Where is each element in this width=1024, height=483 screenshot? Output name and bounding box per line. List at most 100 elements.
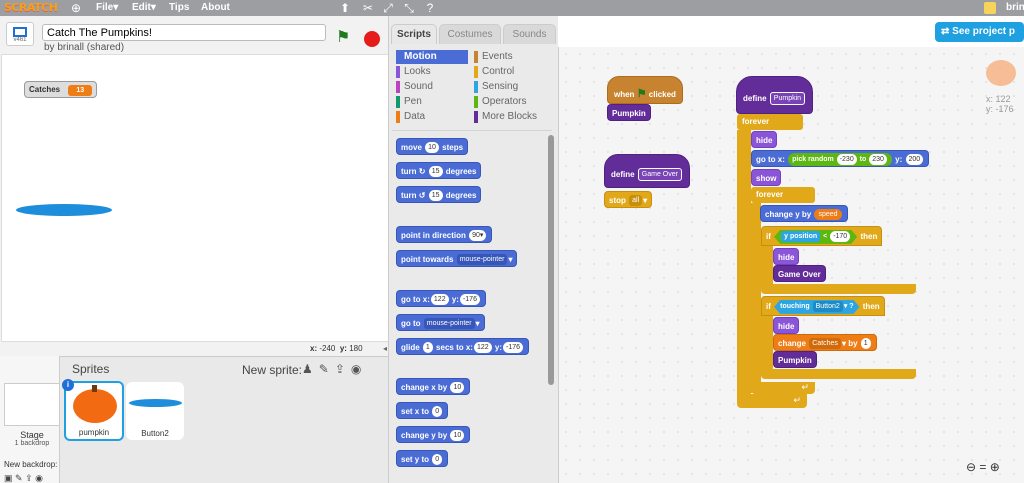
sprite-library-icon[interactable]: ♟ — [302, 362, 319, 376]
help-icon[interactable]: ? — [422, 0, 438, 16]
category-label: Looks — [404, 66, 431, 77]
block-point-towards[interactable]: point towards mouse-pointer ▾ — [396, 250, 518, 267]
button2-thumbnail — [129, 399, 182, 407]
see-project-icon: ⇄ — [941, 26, 950, 37]
user-name[interactable]: brin — [1006, 0, 1024, 16]
block-stop[interactable]: stop all ▾ — [604, 191, 653, 208]
version-label: v461 — [13, 37, 27, 43]
zoom-reset-icon[interactable]: = — [979, 460, 986, 474]
category-sound[interactable]: Sound — [396, 80, 468, 94]
shrink-icon[interactable]: ⤡ — [401, 0, 417, 16]
category-sensing[interactable]: Sensing — [474, 80, 550, 94]
paddle-sprite[interactable] — [16, 204, 112, 216]
menu-file[interactable]: File▾ — [96, 0, 118, 16]
zoom-in-icon[interactable]: ⊕ — [990, 460, 1000, 474]
backdrop-tools: ▣ ✎ ⇪ ◉ — [4, 473, 60, 483]
category-swatch — [396, 81, 400, 93]
fullscreen-button[interactable]: v461 — [6, 22, 34, 46]
block-move[interactable]: move 10 steps — [396, 138, 469, 155]
green-flag-icon[interactable]: ⚑ — [336, 30, 350, 46]
zoom-out-icon[interactable]: ⊖ — [966, 460, 976, 474]
project-author: by brinall (shared) — [44, 42, 125, 53]
stage-coordinates: x: -240 y: 180 — [310, 344, 363, 353]
category-control[interactable]: Control — [474, 65, 550, 79]
menu-tips[interactable]: Tips — [169, 0, 189, 16]
palette-scrollbar[interactable] — [548, 135, 554, 385]
category-events[interactable]: Events — [474, 50, 550, 64]
call-pumpkin-2[interactable]: Pumpkin — [773, 351, 817, 368]
category-data[interactable]: Data — [396, 110, 468, 124]
stage-canvas[interactable]: Catches 13 — [1, 54, 389, 342]
category-swatch — [474, 81, 478, 93]
block-hide[interactable]: hide — [751, 131, 778, 148]
hat-when-flag-clicked[interactable]: when ⚑ clicked — [607, 76, 683, 104]
block-goto-target[interactable]: go to mouse-pointer ▾ — [396, 314, 485, 331]
if-y-position[interactable]: if y position < -170 then — [761, 226, 883, 246]
globe-icon[interactable]: ⊕ — [68, 0, 84, 16]
upload-backdrop-icon[interactable]: ⇪ — [25, 473, 33, 483]
block-goto-random[interactable]: go to x: pick random -230 to 230 y: 200 — [751, 150, 930, 167]
block-change-y-speed[interactable]: change y by speed — [760, 205, 848, 222]
camera-sprite-icon[interactable]: ◉ — [351, 362, 367, 376]
scratch-logo[interactable]: SCRATCH — [4, 0, 58, 16]
paint-backdrop-icon[interactable]: ▣ — [4, 473, 13, 483]
category-motion[interactable]: Motion — [396, 50, 468, 64]
info-icon[interactable]: i — [62, 379, 74, 391]
block-hide-2[interactable]: hide — [773, 248, 800, 265]
block-glide[interactable]: glide 1 secs to x: 122 y: -176 — [396, 338, 530, 355]
user-avatar[interactable] — [984, 2, 996, 14]
forever-outer-foot: ↵ — [737, 394, 807, 408]
category-label: Operators — [482, 96, 527, 107]
sprite-tile-pumpkin[interactable]: i pumpkin — [62, 379, 124, 441]
sprite-tile-button2[interactable]: Button2 — [126, 382, 184, 440]
current-sprite-preview — [986, 60, 1016, 86]
forever-inner-arm — [751, 203, 761, 393]
block-goto-xy[interactable]: go to x: 122 y: -176 — [396, 290, 486, 307]
top-menu-bar: SCRATCH ⊕ File▾ Edit▾ Tips About ⬆ ✂ ⤢ ⤡… — [0, 0, 1024, 16]
stop-icon[interactable] — [364, 31, 380, 47]
block-set-y[interactable]: set y to 0 — [396, 450, 449, 467]
scissors-icon[interactable]: ✂ — [360, 0, 376, 16]
collapse-stage-icon[interactable]: ◂ — [383, 344, 387, 353]
brush-backdrop-icon[interactable]: ✎ — [15, 473, 23, 483]
call-game-over[interactable]: Game Over — [773, 265, 826, 282]
category-pen[interactable]: Pen — [396, 95, 468, 109]
block-hide-3[interactable]: hide — [773, 317, 800, 334]
grow-icon[interactable]: ⤢ — [380, 0, 396, 16]
upload-sprite-icon[interactable]: ⇪ — [335, 362, 351, 376]
block-turn-left[interactable]: turn ↺ 15 degrees — [396, 186, 482, 203]
block-change-y[interactable]: change y by 10 — [396, 426, 471, 443]
block-show[interactable]: show — [751, 169, 782, 186]
category-operators[interactable]: Operators — [474, 95, 550, 109]
stamp-icon[interactable]: ⬆ — [337, 0, 353, 16]
tab-costumes[interactable]: Costumes — [439, 24, 501, 44]
if2-arm — [761, 316, 773, 371]
sprite-x-readout: x: 122 — [986, 94, 1011, 104]
block-set-x[interactable]: set x to 0 — [396, 402, 449, 419]
stage-thumbnail[interactable] — [4, 383, 60, 426]
tab-scripts[interactable]: Scripts — [391, 24, 437, 44]
project-title-input[interactable] — [42, 24, 326, 41]
call-pumpkin[interactable]: Pumpkin — [607, 104, 651, 121]
rotate-right-icon: ↻ — [418, 167, 426, 176]
category-more-blocks[interactable]: More Blocks — [474, 110, 550, 124]
define-pumpkin[interactable]: define Pumpkin — [736, 76, 814, 114]
menu-edit[interactable]: Edit▾ — [132, 0, 156, 16]
forever-inner-foot: ↵ — [751, 382, 815, 394]
sprite-name: Button2 — [141, 429, 169, 438]
paint-sprite-icon[interactable]: ✎ — [319, 362, 335, 376]
if-touching[interactable]: if touching Button2 ▾ ? then — [761, 296, 885, 316]
block-turn-right[interactable]: turn ↻ 15 degrees — [396, 162, 482, 179]
block-change-x[interactable]: change x by 10 — [396, 378, 471, 395]
category-label: Data — [404, 111, 426, 122]
tab-sounds[interactable]: Sounds — [503, 24, 556, 44]
menu-about[interactable]: About — [201, 0, 230, 16]
category-looks[interactable]: Looks — [396, 65, 468, 79]
block-point-direction[interactable]: point in direction 90▾ — [396, 226, 493, 243]
define-game-over[interactable]: define Game Over — [604, 154, 690, 188]
sprite-name: pumpkin — [78, 428, 110, 437]
camera-backdrop-icon[interactable]: ◉ — [35, 473, 43, 483]
catches-monitor[interactable]: Catches 13 — [24, 81, 98, 98]
block-change-catches[interactable]: change Catches ▾ by 1 — [773, 334, 877, 351]
see-project-page-button[interactable]: ⇄ See project p — [935, 22, 1024, 42]
